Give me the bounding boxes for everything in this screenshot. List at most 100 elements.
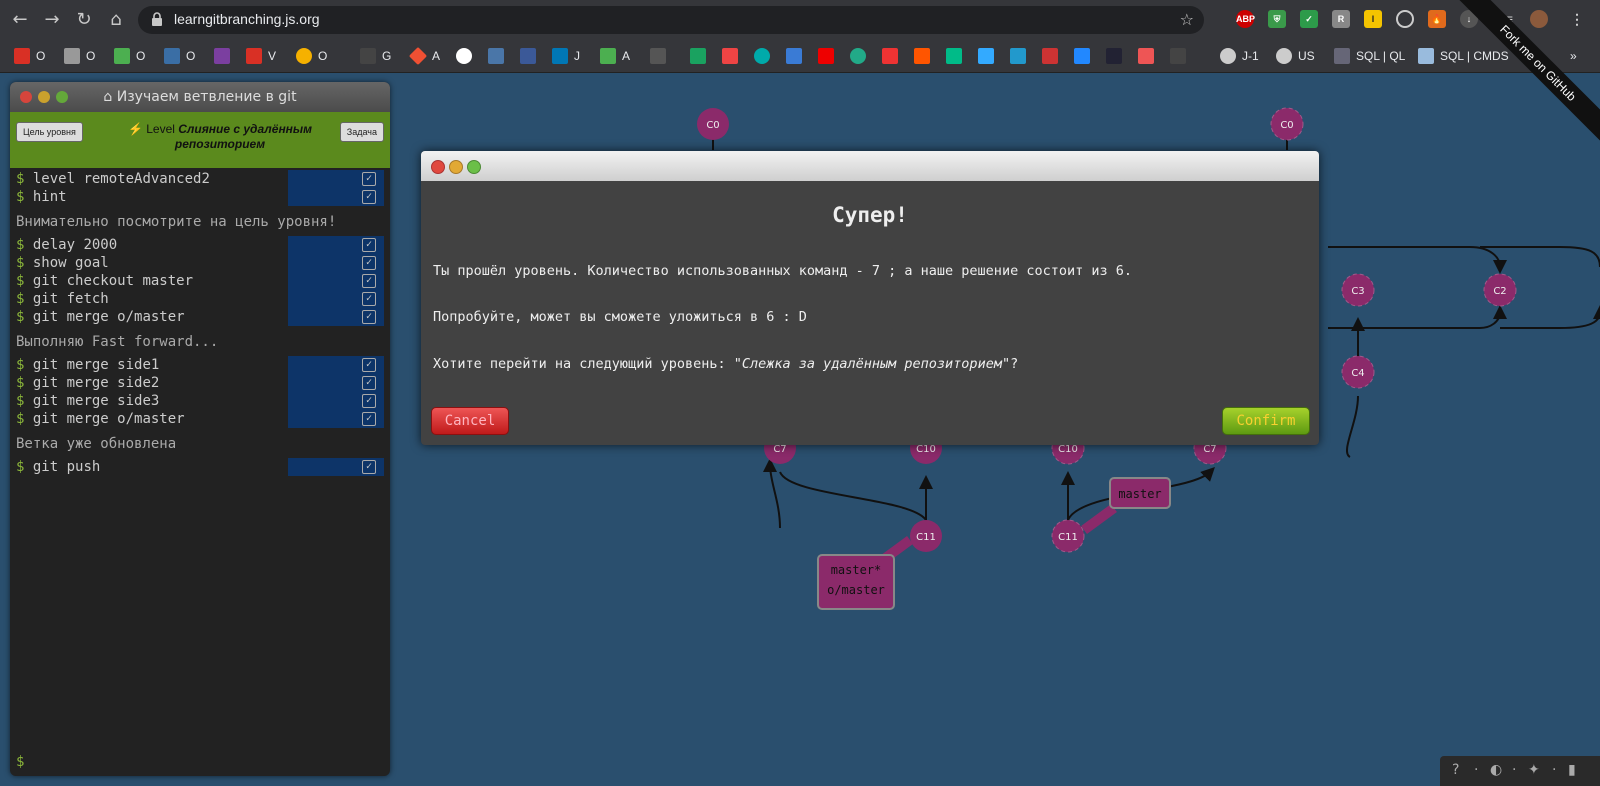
jpg-icon <box>1138 48 1154 64</box>
minimize-dot[interactable] <box>449 160 463 174</box>
home-icon[interactable]: ⌂ <box>104 8 128 32</box>
app-icon <box>1042 48 1058 64</box>
speed-extension-icon[interactable] <box>1396 10 1414 28</box>
bookmark-item[interactable] <box>914 48 930 64</box>
app-icon <box>690 48 706 64</box>
bookmark-item[interactable] <box>690 48 706 64</box>
address-bar[interactable]: learngitbranching.js.org ☆ <box>138 6 1204 34</box>
drive-icon <box>114 48 130 64</box>
bookmark-item[interactable] <box>456 48 472 64</box>
bookmark-item[interactable] <box>214 48 230 64</box>
bookmark-item[interactable]: O <box>296 48 327 64</box>
cloud-icon <box>978 48 994 64</box>
close-dot[interactable] <box>20 91 32 103</box>
globe-icon[interactable]: ◐ <box>1490 762 1502 778</box>
reload-icon[interactable]: ↻ <box>72 8 96 32</box>
bookmark-item[interactable] <box>882 48 898 64</box>
level-complete-dialog: Супер! Ты прошёл уровень. Количество исп… <box>421 151 1319 445</box>
twitter-icon[interactable]: ✦ <box>1528 762 1540 778</box>
bookmark-item[interactable] <box>488 48 504 64</box>
bookmark-item[interactable] <box>850 48 866 64</box>
lightning-icon: ⚡ <box>127 122 143 136</box>
goal-button[interactable]: Цель уровня <box>16 122 83 142</box>
command-row: $ git merge side3 ✓ <box>10 392 390 410</box>
bookmark-item[interactable]: O <box>114 48 145 64</box>
command-row: $ level remoteAdvanced2 ✓ <box>10 170 390 188</box>
bookmark-item[interactable] <box>786 48 802 64</box>
panel-titlebar: ⌂ Изучаем ветвление в git <box>10 82 390 112</box>
r-icon <box>1418 48 1434 64</box>
branch-label-master: master <box>1081 477 1171 535</box>
url-text: learngitbranching.js.org <box>174 11 320 27</box>
adblock-icon[interactable]: ABP <box>1236 10 1255 28</box>
commit-node[interactable]: C3 <box>1341 273 1375 307</box>
svg-text:master: master <box>1118 487 1161 501</box>
shield-extension-icon[interactable]: ⛨ <box>1268 10 1286 28</box>
app-icon <box>754 48 770 64</box>
commit-label: C7 <box>773 444 786 455</box>
bookmark-item[interactable] <box>1074 48 1090 64</box>
bookmark-item[interactable]: SQL | CMDS <box>1418 48 1509 64</box>
menu-icon[interactable]: ⋮ <box>1568 10 1586 28</box>
bookmark-item[interactable]: J <box>552 48 580 64</box>
commit-node[interactable]: C11 <box>910 520 942 552</box>
bookmark-item[interactable]: O <box>64 48 95 64</box>
check-icon: ✓ <box>362 310 376 324</box>
bookmarks-overflow[interactable]: » <box>1570 48 1577 64</box>
commit-node[interactable]: C0 <box>1270 107 1304 141</box>
command-row: $ git checkout master ✓ <box>10 272 390 290</box>
commit-label: C3 <box>1351 286 1364 297</box>
status-message: Ветка уже обновлена <box>16 436 177 452</box>
l-extension-icon[interactable]: l <box>1364 10 1382 28</box>
commit-label: C11 <box>1058 532 1078 543</box>
sql-icon <box>1334 48 1350 64</box>
bookmark-item[interactable] <box>1138 48 1154 64</box>
commit-node[interactable]: C4 <box>1341 355 1375 389</box>
check-icon: ✓ <box>362 292 376 306</box>
bookmark-item[interactable] <box>818 48 834 64</box>
bookmark-item[interactable]: V <box>246 48 276 64</box>
bookmark-item[interactable] <box>1106 48 1122 64</box>
help-icon[interactable]: ? <box>1452 762 1459 778</box>
bookmark-item[interactable]: A <box>600 48 630 64</box>
command-prompt[interactable]: $ <box>16 754 24 770</box>
bookmark-item[interactable]: SQL | QL <box>1334 48 1405 64</box>
bookmark-item[interactable]: US <box>1276 48 1315 64</box>
bookmark-star-icon[interactable]: ☆ <box>1180 10 1194 29</box>
dot-separator: · <box>1474 762 1479 778</box>
bookmark-item[interactable] <box>1170 48 1186 64</box>
avatar[interactable] <box>1530 10 1548 28</box>
commit-node[interactable]: C0 <box>697 108 729 140</box>
maximize-dot[interactable] <box>56 91 68 103</box>
maximize-dot[interactable] <box>467 160 481 174</box>
bookmark-item[interactable] <box>1042 48 1058 64</box>
fire-extension-icon[interactable]: 🔥 <box>1428 10 1446 28</box>
cancel-button[interactable]: Cancel <box>431 407 509 435</box>
minimize-dot[interactable] <box>38 91 50 103</box>
commit-node[interactable]: C11 <box>1051 519 1085 553</box>
confirm-button[interactable]: Confirm <box>1222 407 1310 435</box>
app-icon <box>1170 48 1186 64</box>
bookmark-item[interactable] <box>1010 48 1026 64</box>
bookmark-item[interactable]: O <box>14 48 45 64</box>
bookmark-item[interactable]: G <box>360 48 391 64</box>
forward-icon[interactable]: → <box>40 8 64 32</box>
bookmark-item[interactable] <box>978 48 994 64</box>
command-panel: ⌂ Изучаем ветвление в git Цель уровня ⚡ … <box>10 82 390 776</box>
bookmark-item[interactable] <box>754 48 770 64</box>
bookmark-item[interactable]: A <box>408 46 440 66</box>
bookmark-item[interactable]: J-1 <box>1220 48 1259 64</box>
bookmark-item[interactable] <box>650 48 666 64</box>
task-button[interactable]: Задача <box>339 122 384 142</box>
r-extension-icon[interactable]: R <box>1332 10 1350 28</box>
app-icon <box>1106 48 1122 64</box>
bookmark-item[interactable] <box>520 48 536 64</box>
stats-icon[interactable]: ▮ <box>1568 762 1576 778</box>
badge-extension-icon[interactable]: ✓ <box>1300 10 1318 28</box>
bookmark-item[interactable] <box>722 48 738 64</box>
back-icon[interactable]: ← <box>8 8 32 32</box>
close-dot[interactable] <box>431 160 445 174</box>
bookmark-item[interactable]: O <box>164 48 195 64</box>
commit-node[interactable]: C2 <box>1483 273 1517 307</box>
bookmark-item[interactable] <box>946 48 962 64</box>
